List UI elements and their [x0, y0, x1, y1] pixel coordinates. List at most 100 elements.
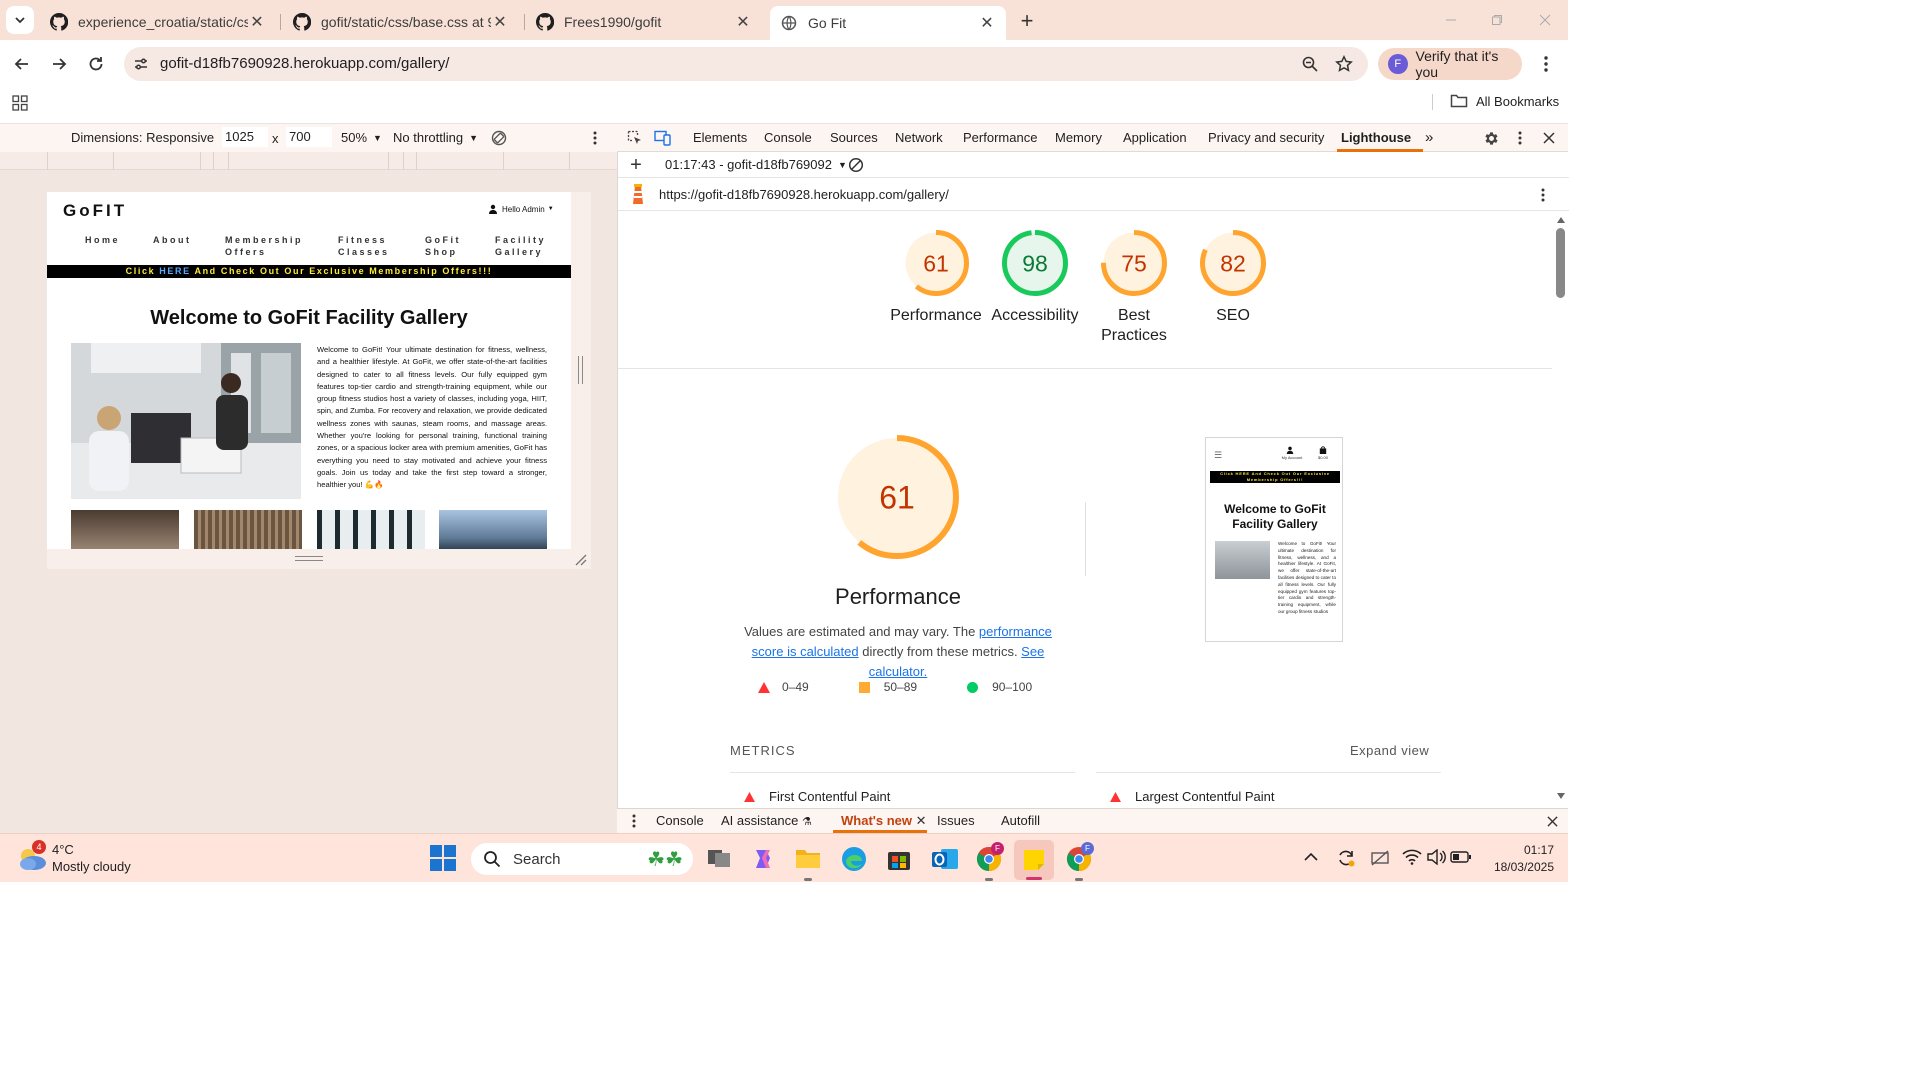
battery-icon[interactable] [1450, 850, 1472, 866]
outlook-icon[interactable] [931, 846, 959, 872]
wifi-icon[interactable] [1402, 849, 1422, 867]
browser-tab-2[interactable]: gofit/static/css/base.css at 918e ✕ [283, 6, 519, 38]
close-icon[interactable]: ✕ [734, 13, 752, 31]
tab-privacy[interactable]: Privacy and security [1208, 124, 1324, 152]
browser-tab-4[interactable]: Go Fit ✕ [770, 6, 1006, 40]
task-view-icon[interactable] [706, 846, 732, 872]
tab-search-button[interactable] [6, 6, 34, 34]
browser-menu-icon[interactable] [1534, 52, 1558, 76]
score-gauge-performance[interactable]: 61 [902, 229, 970, 297]
expand-view-button[interactable]: Expand view [1350, 743, 1429, 758]
report-menu-icon[interactable] [1534, 184, 1552, 206]
tray-chevron-icon[interactable] [1304, 850, 1322, 868]
more-tabs-icon[interactable]: » [1425, 124, 1433, 152]
inspect-element-icon[interactable] [625, 128, 645, 148]
tab-performance[interactable]: Performance [963, 124, 1037, 152]
resize-handle-bottom[interactable] [295, 556, 323, 561]
taskbar-search[interactable]: Search ☘☘ [471, 843, 693, 875]
device-toggle-icon[interactable] [653, 128, 673, 148]
start-button[interactable] [430, 845, 458, 873]
tab-lighthouse[interactable]: Lighthouse [1341, 124, 1411, 152]
weather-widget[interactable]: 4 4°C Mostly cloudy [16, 840, 176, 878]
nav-about[interactable]: About [153, 234, 192, 246]
tab-elements[interactable]: Elements [693, 124, 747, 152]
bookmark-star-icon[interactable] [1332, 52, 1356, 76]
height-input[interactable]: 700 [286, 127, 332, 147]
devtools-close-icon[interactable] [1539, 128, 1559, 148]
report-selector[interactable]: 01:17:43 - gofit-d18fb769092 ▼ [665, 157, 847, 172]
new-tab-button[interactable]: + [1014, 8, 1040, 34]
reload-button[interactable] [82, 50, 110, 78]
profile-chip[interactable]: F Verify that it's you [1378, 48, 1522, 80]
drawer-tab-ai[interactable]: AI assistance ⚗ [721, 809, 812, 833]
rotate-icon[interactable] [488, 127, 510, 149]
browser-tab-1[interactable]: experience_croatia/static/css/m ✕ [40, 6, 276, 38]
sticky-notes-icon[interactable] [1014, 840, 1054, 880]
device-more-icon[interactable] [586, 128, 604, 148]
sync-icon[interactable] [1336, 848, 1356, 868]
edge-icon[interactable] [840, 845, 868, 873]
close-icon[interactable]: ✕ [491, 13, 509, 31]
no-network-icon[interactable] [1370, 849, 1390, 867]
forward-button[interactable] [45, 50, 73, 78]
minimize-button[interactable] [1436, 6, 1466, 34]
resize-handle-right[interactable] [578, 356, 583, 384]
scrollbar-thumb[interactable] [1556, 228, 1565, 298]
all-bookmarks-button[interactable]: All Bookmarks [1450, 93, 1559, 109]
score-gauge-seo[interactable]: 82 [1199, 229, 1267, 297]
clear-reports-icon[interactable] [846, 155, 866, 175]
throttling-select[interactable]: No throttling ▼ [393, 130, 478, 145]
report-url[interactable]: https://gofit-d18fb7690928.herokuapp.com… [659, 187, 949, 202]
nav-classes[interactable]: Fitness Classes [338, 234, 390, 258]
close-icon[interactable]: ✕ [248, 13, 266, 31]
final-screenshot[interactable]: ☰ My Account $0.00 Click HERE And Check … [1205, 437, 1343, 642]
chrome-profile-icon[interactable]: F [975, 842, 1004, 873]
nav-home[interactable]: Home [85, 234, 120, 246]
close-icon[interactable]: ✕ [978, 14, 996, 32]
nav-membership[interactable]: Membership Offers [225, 234, 303, 258]
width-input[interactable]: 1025 [222, 127, 268, 147]
site-logo[interactable]: GoFIT [63, 201, 127, 221]
offer-banner[interactable]: Click HERE And Check Out Our Exclusive M… [47, 265, 571, 278]
site-info-icon[interactable] [130, 53, 152, 75]
gallery-thumb-2[interactable] [194, 510, 302, 549]
new-report-button[interactable]: + [626, 154, 646, 176]
tab-network[interactable]: Network [895, 124, 943, 152]
volume-icon[interactable] [1426, 848, 1446, 867]
drawer-tab-issues[interactable]: Issues [937, 809, 975, 833]
browser-tab-3[interactable]: Frees1990/gofit ✕ [526, 6, 762, 38]
drawer-tab-autofill[interactable]: Autofill [1001, 809, 1040, 833]
devtools-menu-icon[interactable] [1511, 128, 1529, 148]
settings-gear-icon[interactable] [1481, 128, 1501, 148]
drawer-close-icon[interactable] [1543, 811, 1561, 831]
zoom-select[interactable]: 50% ▼ [341, 130, 382, 145]
nav-shop[interactable]: GoFit Shop [425, 234, 461, 258]
panel-scrollbar[interactable] [1554, 214, 1568, 808]
dimensions-select[interactable]: Dimensions: Responsive▼ [71, 130, 229, 145]
file-explorer-icon[interactable] [795, 846, 821, 872]
score-gauge-best-practices[interactable]: 75 [1100, 229, 1168, 297]
drawer-tab-console[interactable]: Console [656, 809, 704, 833]
zoom-icon[interactable] [1298, 52, 1322, 76]
tab-sources[interactable]: Sources [830, 124, 878, 152]
resize-corner-handle[interactable] [573, 552, 587, 566]
url-text[interactable]: gofit-d18fb7690928.herokuapp.com/gallery… [160, 55, 449, 72]
gallery-thumb-4[interactable] [439, 510, 547, 549]
chrome-profile-2-icon[interactable]: F [1065, 842, 1094, 873]
window-close-button[interactable] [1530, 6, 1560, 34]
drawer-menu-icon[interactable] [627, 811, 641, 831]
user-menu[interactable]: Hello Admin ▼ [488, 204, 554, 214]
restore-button[interactable] [1482, 6, 1512, 34]
apps-grid-icon[interactable] [8, 92, 32, 114]
store-icon[interactable] [886, 846, 912, 872]
clock[interactable]: 01:17 18/03/2025 [1478, 842, 1554, 876]
back-button[interactable] [8, 50, 36, 78]
score-gauge-accessibility[interactable]: 98 [1001, 229, 1069, 297]
gallery-thumb-3[interactable] [317, 510, 425, 549]
tab-application[interactable]: Application [1123, 124, 1187, 152]
gallery-thumb-1[interactable] [71, 510, 179, 549]
tab-console[interactable]: Console [764, 124, 812, 152]
nav-gallery[interactable]: Facility Gallery [495, 234, 546, 258]
copilot-icon[interactable] [750, 846, 776, 872]
tab-memory[interactable]: Memory [1055, 124, 1102, 152]
